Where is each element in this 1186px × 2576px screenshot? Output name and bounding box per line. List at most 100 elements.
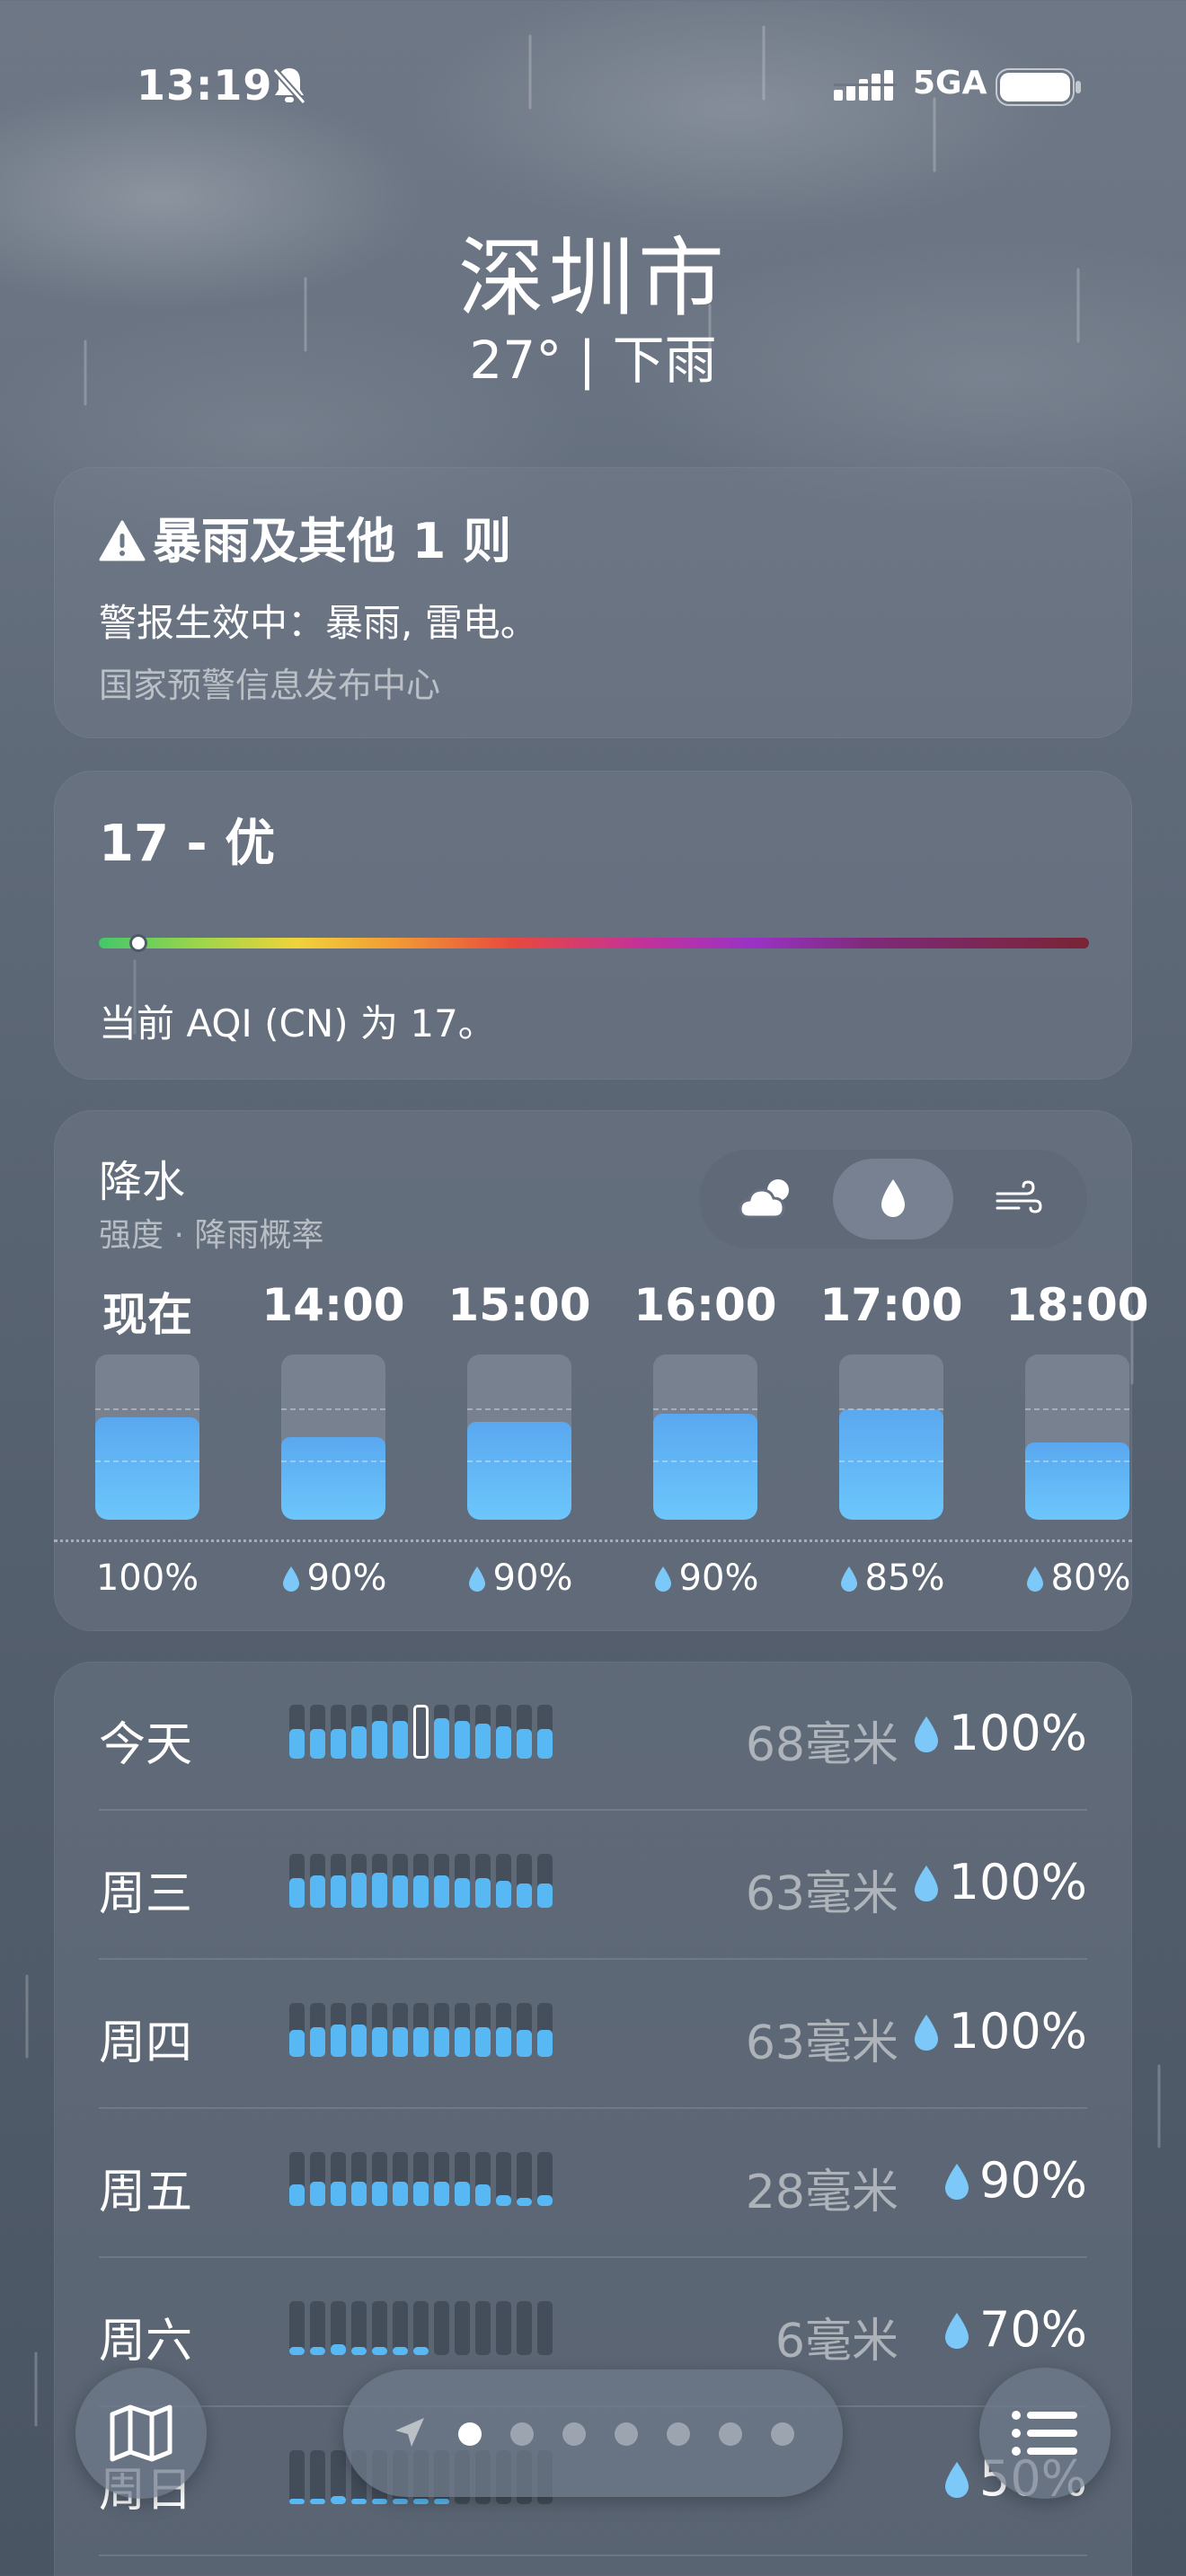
mini-bar — [289, 2003, 305, 2057]
day-rain-amount: 63毫米 — [745, 2016, 898, 2070]
mini-bar-fill — [455, 1721, 470, 1759]
mini-bar-fill — [372, 1721, 387, 1759]
map-icon — [110, 2404, 173, 2462]
rain-drop-icon — [282, 1566, 299, 1592]
precip-baseline — [54, 1539, 1132, 1542]
daily-row[interactable]: 今天 68毫米 100% — [99, 1662, 1087, 1811]
daily-row[interactable]: 周四 63毫米 100% — [99, 1960, 1087, 2109]
hour-probability: 85% — [810, 1557, 972, 1599]
mini-bar — [372, 2301, 387, 2355]
mini-bar — [475, 1705, 491, 1759]
mini-bar-fill — [372, 2027, 387, 2057]
daily-row[interactable]: 周三 63毫米 100% — [99, 1811, 1087, 1960]
day-rain-probability: 100% — [898, 1705, 1087, 1761]
alert-body: 警报生效中：暴雨, 雷电。 — [99, 601, 538, 645]
mini-bar — [434, 2003, 449, 2057]
rain-drop-icon — [914, 2015, 938, 2051]
hour-probability: 90% — [624, 1557, 786, 1599]
aqi-description: 当前 AQI (CN) 为 17。 — [99, 1001, 496, 1045]
alert-title-text: 暴雨及其他 1 则 — [153, 513, 512, 569]
mini-bar — [310, 1854, 325, 1908]
day-probability-value: 100% — [948, 1854, 1087, 1910]
air-quality-card[interactable]: 17 - 优 当前 AQI (CN) 为 17。 — [54, 771, 1132, 1080]
mini-bar-fill — [351, 1873, 367, 1908]
mini-bar-fill — [434, 2182, 449, 2206]
alert-title: 暴雨及其他 1 则 — [99, 501, 511, 572]
aqi-scale-bar — [99, 938, 1089, 948]
mini-bar — [434, 2301, 449, 2355]
mini-bar — [413, 1854, 429, 1908]
mini-bar — [372, 2152, 387, 2206]
hour-probability-value: 90% — [678, 1557, 759, 1599]
page-indicator[interactable] — [343, 2369, 843, 2497]
mini-bar-fill — [434, 1718, 449, 1759]
hour-label: 现在 — [102, 1289, 192, 1341]
mini-bar-fill — [393, 1721, 408, 1759]
mini-bar-fill — [289, 1878, 305, 1908]
mini-bar-fill — [496, 1881, 511, 1908]
mini-bar — [310, 1705, 325, 1759]
hourly-intensity-mini-chart — [289, 1852, 561, 1908]
precip-title: 降水 — [99, 1157, 186, 1207]
location-arrow-icon — [395, 2418, 424, 2447]
day-name: 周六 — [99, 2315, 193, 2369]
rain-drop-icon — [914, 1716, 938, 1752]
mini-bar-fill — [289, 2030, 305, 2057]
mini-bar — [517, 2152, 532, 2206]
city-list-button[interactable] — [979, 2368, 1111, 2499]
cloud-sun-icon — [739, 1179, 789, 1219]
hour-probability-value: 100% — [95, 1557, 199, 1599]
hour-intensity-fill — [95, 1417, 199, 1520]
city-name: 深圳市 — [458, 228, 728, 329]
mini-bar — [351, 2301, 367, 2355]
mini-bar — [455, 1854, 470, 1908]
mode-rain-button[interactable] — [833, 1159, 953, 1239]
mini-bar — [289, 2301, 305, 2355]
mini-bar — [331, 2450, 346, 2504]
page-dot[interactable] — [562, 2422, 586, 2446]
mini-bar-fill — [289, 1729, 305, 1759]
mini-bar-fill — [517, 2198, 532, 2206]
page-dot[interactable] — [719, 2422, 742, 2446]
mini-bar-fill — [455, 1878, 470, 1908]
mini-bar-fill — [331, 2496, 346, 2504]
mini-bar — [351, 1854, 367, 1908]
hour-intensity-bar — [653, 1354, 757, 1520]
mini-bar-fill — [351, 2182, 367, 2206]
page-dot[interactable] — [771, 2422, 794, 2446]
mode-wind-button[interactable] — [958, 1159, 1078, 1239]
mini-bar — [393, 2152, 408, 2206]
rain-drop-icon — [1026, 1566, 1043, 1592]
hour-label: 14:00 — [261, 1279, 405, 1331]
mini-bar — [413, 2301, 429, 2355]
mini-bar — [434, 1854, 449, 1908]
mini-bar-fill — [310, 2027, 325, 2057]
page-dot[interactable] — [667, 2422, 690, 2446]
mini-bar-fill — [537, 1729, 553, 1759]
rain-drop-icon — [468, 1566, 485, 1592]
hour-intensity-bar — [95, 1354, 199, 1520]
aqi-marker — [129, 934, 147, 952]
hour-probability-value: 90% — [306, 1557, 387, 1599]
cellular-signal-icon — [834, 70, 897, 101]
mini-bar — [393, 2003, 408, 2057]
mini-bar-fill — [413, 2182, 429, 2206]
mini-bar-fill — [372, 1873, 387, 1908]
mini-bar — [537, 2003, 553, 2057]
mute-bell-icon — [272, 67, 306, 105]
map-button[interactable] — [75, 2368, 207, 2499]
mini-bar-fill — [310, 2182, 325, 2206]
precipitation-card[interactable]: 降水 强度 · 降雨概率 现在 100% 14:00 90% 15:00 90% 16:00 — [54, 1110, 1149, 1631]
weather-alert-card[interactable]: 暴雨及其他 1 则 警报生效中：暴雨, 雷电。 国家预警信息发布中心 — [54, 467, 1132, 738]
mini-bar-fill — [331, 1875, 346, 1908]
page-dot[interactable] — [510, 2422, 534, 2446]
mini-bar — [393, 2301, 408, 2355]
hour-intensity-bar — [1025, 1354, 1129, 1520]
mini-bar-fill — [475, 1724, 491, 1759]
rain-drop-icon — [944, 2164, 969, 2200]
page-dot-active[interactable] — [458, 2422, 482, 2446]
page-dot[interactable] — [615, 2422, 638, 2446]
daily-row[interactable]: 周五 28毫米 90% — [99, 2109, 1087, 2258]
mini-bar — [393, 1854, 408, 1908]
mode-cloud-button[interactable] — [708, 1159, 828, 1239]
